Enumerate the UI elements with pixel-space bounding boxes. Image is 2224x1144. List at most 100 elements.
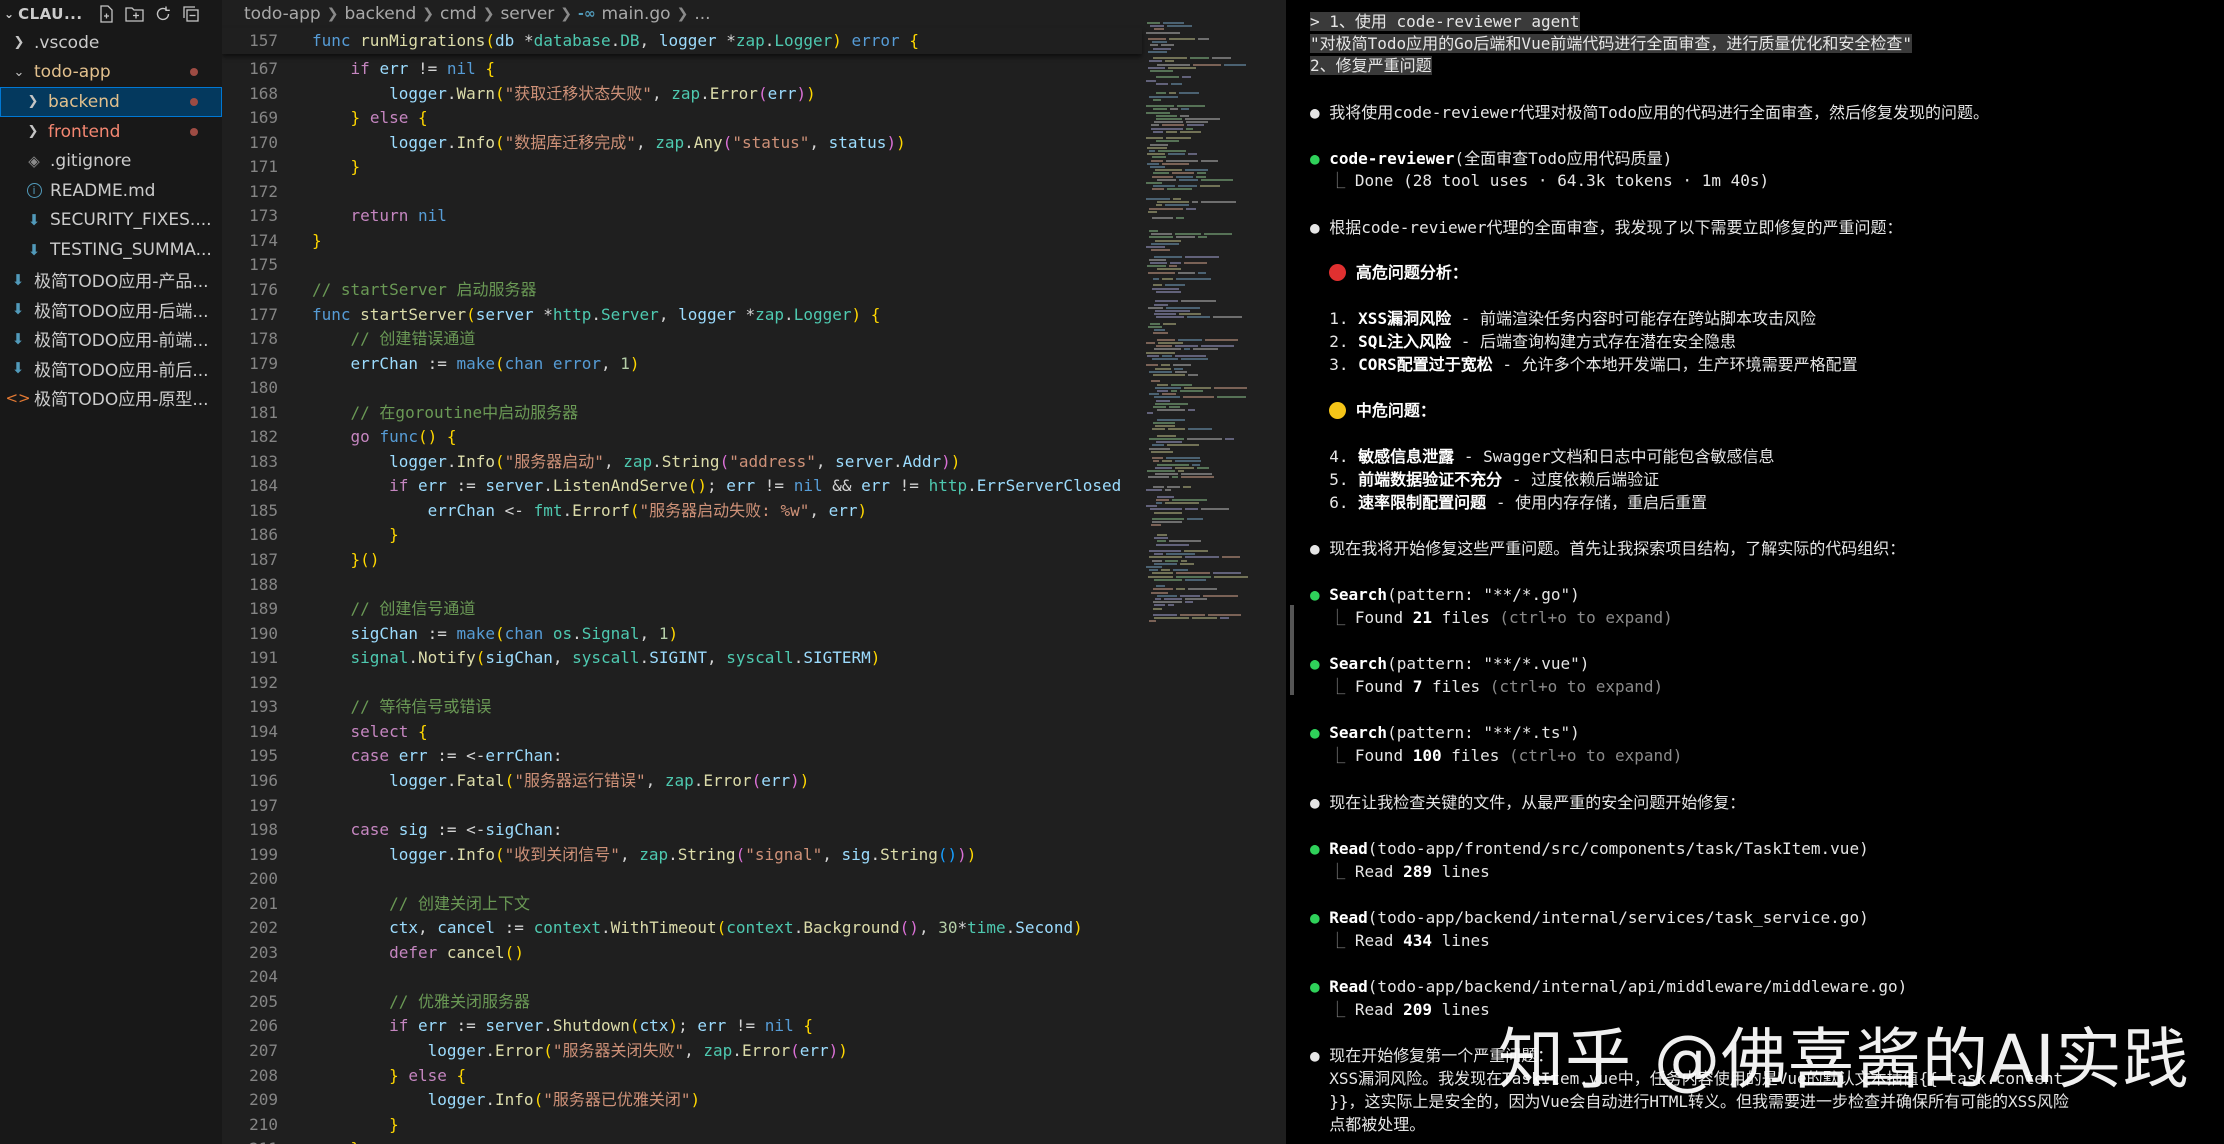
breadcrumb-item[interactable]: todo-app: [244, 4, 321, 24]
code-line[interactable]: 199 logger.Info("收到关闭信号", zap.String("si…: [222, 843, 976, 868]
code-line[interactable]: 194 select {: [222, 720, 428, 745]
collapse-chevron-icon[interactable]: ⌄: [4, 7, 14, 21]
code-line[interactable]: 192: [222, 671, 312, 696]
editor-scrollbar[interactable]: [1274, 22, 1286, 1144]
minimap-line: [1201, 178, 1233, 181]
code-line[interactable]: 209 logger.Info("服务器已优雅关闭"): [222, 1088, 700, 1113]
breadcrumb-item[interactable]: main.go: [602, 4, 671, 24]
code-line[interactable]: 200: [222, 867, 312, 892]
minimap-line: [1147, 470, 1175, 472]
breadcrumb-item[interactable]: backend: [344, 4, 416, 24]
code-line[interactable]: 183 logger.Info("服务器启动", zap.String("add…: [222, 450, 960, 475]
breadcrumb-item[interactable]: cmd: [440, 4, 477, 24]
code-line[interactable]: 174}: [222, 229, 322, 254]
code-line[interactable]: 179 errChan := make(chan error, 1): [222, 352, 639, 377]
tree-item[interactable]: ⬇ 极简TODO应用-前端...: [0, 324, 222, 354]
chevron-down-icon[interactable]: ⌄: [12, 65, 26, 80]
tree-item[interactable]: <> 极简TODO应用-原型...: [0, 383, 222, 413]
breadcrumb-item[interactable]: server: [500, 4, 554, 24]
chevron-right-icon[interactable]: ❯: [26, 124, 40, 139]
code-line[interactable]: 186 }: [222, 523, 399, 548]
code-line[interactable]: 184 if err := server.ListenAndServe(); e…: [222, 474, 1121, 499]
minimap-line: [1222, 556, 1240, 559]
code-line[interactable]: 210 }: [222, 1113, 399, 1138]
code-line[interactable]: 178 // 创建错误通道: [222, 327, 475, 352]
code-line[interactable]: 195 case err := <-errChan:: [222, 744, 562, 769]
code-line[interactable]: 202 ctx, cancel := context.WithTimeout(c…: [222, 916, 1083, 941]
code-line[interactable]: 208 } else {: [222, 1064, 466, 1089]
chevron-right-icon[interactable]: ❯: [26, 94, 40, 109]
minimap-line: [1154, 562, 1177, 565]
tree-item-label: SECURITY_FIXES....: [50, 210, 212, 231]
code-line[interactable]: 206 if err := server.Shutdown(ctx); err …: [222, 1014, 813, 1039]
code-line[interactable]: 175: [222, 253, 312, 278]
minimap-line: [1151, 380, 1160, 383]
code-line[interactable]: 187 }(): [222, 548, 379, 573]
chevron-right-icon[interactable]: ❯: [12, 35, 26, 50]
tool-result: ⎿ Found 21 files (ctrl+o to expand): [1329, 608, 1673, 627]
line-number: 177: [249, 304, 278, 324]
code-line[interactable]: 188: [222, 573, 312, 598]
tree-item[interactable]: ⬇ 极简TODO应用-后端...: [0, 294, 222, 324]
code-line[interactable]: 171 }: [222, 155, 360, 180]
minimap-line: [1157, 434, 1176, 437]
tree-item[interactable]: ❯ .vscode: [0, 28, 222, 58]
code-line[interactable]: 185 errChan <- fmt.Errorf("服务器启动失败: %w",…: [222, 499, 867, 524]
explorer-title[interactable]: CLAU...: [18, 5, 83, 23]
code-line[interactable]: 169 } else {: [222, 106, 428, 131]
tree-item[interactable]: ⬇ 极简TODO应用-产品...: [0, 265, 222, 295]
code-line[interactable]: 197: [222, 794, 312, 819]
code-line[interactable]: 176// startServer 启动服务器: [222, 278, 536, 303]
code-line[interactable]: 191 signal.Notify(sigChan, syscall.SIGIN…: [222, 646, 880, 671]
minimap-line: [1153, 278, 1159, 280]
claude-terminal-panel[interactable]: > 1、使用 code-reviewer agent "对极简Todo应用的Go…: [1286, 0, 2224, 1144]
code-editor[interactable]: todo-app ❯ backend ❯ cmd ❯ server ❯ -∞ m…: [222, 0, 1286, 1144]
new-file-icon[interactable]: [97, 4, 117, 24]
tree-item[interactable]: ❯ backend: [0, 87, 222, 117]
breadcrumb-item[interactable]: ...: [694, 4, 710, 24]
minimap-line: [1152, 287, 1179, 290]
minimap[interactable]: [1142, 22, 1262, 642]
explorer-header: ⌄ CLAU...: [0, 0, 222, 28]
minimap-line: [1157, 178, 1176, 181]
minimap-line: [1156, 585, 1165, 588]
new-folder-icon[interactable]: [124, 4, 145, 24]
minimap-line: [1225, 438, 1234, 440]
code-line[interactable]: 204: [222, 965, 312, 990]
code-line[interactable]: 177 func startServer(server *http.Server,…: [222, 303, 880, 328]
refresh-icon[interactable]: [153, 4, 173, 24]
tree-item[interactable]: ⬇ 极简TODO应用-前后...: [0, 354, 222, 384]
code-line[interactable]: 203 defer cancel(): [222, 941, 524, 966]
minimap-line: [1185, 118, 1220, 120]
minimap-line: [1151, 524, 1161, 527]
tree-item[interactable]: ⬇ SECURITY_FIXES....: [0, 206, 222, 236]
code-line[interactable]: 167 if err != nil {: [222, 57, 495, 82]
code-line[interactable]: 205 // 优雅关闭服务器: [222, 990, 530, 1015]
code-line[interactable]: 193 // 等待信号或错误: [222, 695, 491, 720]
code-line[interactable]: 211 }: [222, 1137, 360, 1144]
code-line[interactable]: 198 case sig := <-sigChan:: [222, 818, 562, 843]
code-line[interactable]: 182 go func() {: [222, 425, 456, 450]
code-line[interactable]: 189 // 创建信号通道: [222, 597, 475, 622]
tree-item[interactable]: ⬇ TESTING_SUMMA...: [0, 235, 222, 265]
code-line[interactable]: 168 logger.Warn("获取迁移状态失败", zap.Error(er…: [222, 82, 816, 107]
code-line[interactable]: 173 return nil: [222, 204, 447, 229]
code-line[interactable]: 201 // 创建关闭上下文: [222, 892, 530, 917]
minimap-line: [1154, 348, 1181, 351]
code-line[interactable]: 180: [222, 376, 312, 401]
code-line[interactable]: 196 logger.Fatal("服务器运行错误", zap.Error(er…: [222, 769, 809, 794]
code-line[interactable]: 190 sigChan := make(chan os.Signal, 1): [222, 622, 678, 647]
terminal-scrollbar[interactable]: [1290, 605, 1294, 695]
code-line[interactable]: 170 logger.Info("数据库迁移完成", zap.Any("stat…: [222, 131, 906, 156]
line-number: 180: [249, 378, 278, 398]
code-line[interactable]: 172: [222, 180, 312, 205]
sticky-scroll-header[interactable]: 157 func runMigrations(db *database.DB, l…: [222, 28, 1142, 54]
collapse-all-icon[interactable]: [181, 4, 201, 24]
tree-item[interactable]: ❯ frontend: [0, 117, 222, 147]
code-line[interactable]: 181 // 在goroutine中启动服务器: [222, 401, 578, 426]
minimap-line: [1156, 92, 1166, 95]
tree-item[interactable]: ◈ .gitignore: [0, 146, 222, 176]
code-line[interactable]: 207 logger.Error("服务器关闭失败", zap.Error(er…: [222, 1039, 848, 1064]
tree-item[interactable]: i README.md: [0, 176, 222, 206]
tree-item[interactable]: ⌄ todo-app: [0, 58, 222, 88]
